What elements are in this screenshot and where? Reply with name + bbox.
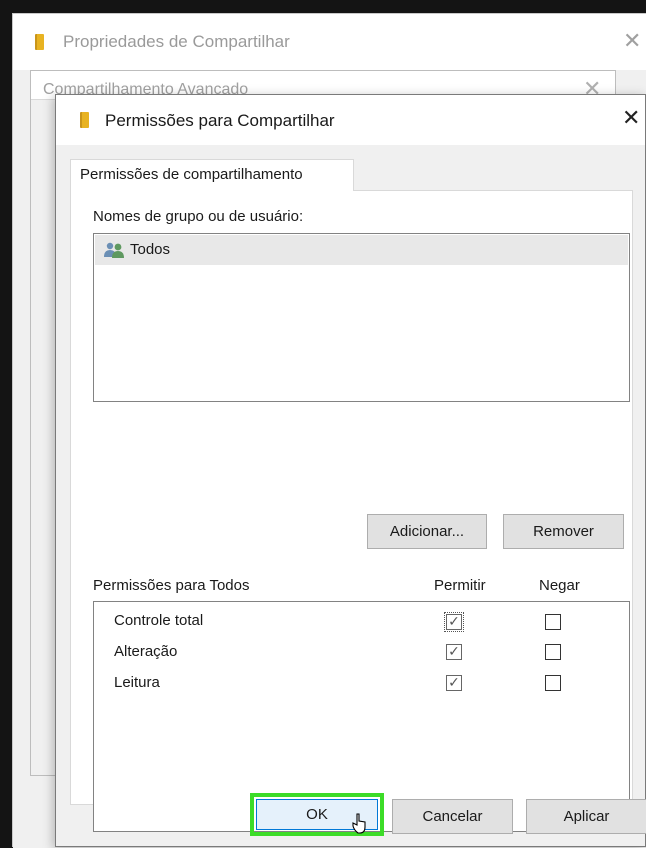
dialog-title: Permissões para Compartilhar xyxy=(105,111,335,130)
properties-title-bar[interactable]: Propriedades de Compartilhar ✕ xyxy=(13,14,646,70)
properties-window-title: Propriedades de Compartilhar xyxy=(63,32,290,51)
allow-header: Permitir xyxy=(434,577,486,594)
ok-button-label: OK xyxy=(306,806,328,823)
properties-close-icon[interactable]: ✕ xyxy=(623,31,641,53)
tab-share-permissions-label: Permissões de compartilhamento xyxy=(80,166,303,183)
permission-name-full-control: Controle total xyxy=(114,612,204,629)
group-names-label: Nomes de grupo ou de usuário: xyxy=(93,208,304,225)
remove-button-label: Remover xyxy=(533,523,594,540)
tab-panel: Nomes de grupo ou de usuário: Todos Adic… xyxy=(70,190,633,832)
permissions-for-label: Permissões para Todos xyxy=(93,577,250,594)
permission-name-read: Leitura xyxy=(114,674,160,691)
mouse-cursor-icon xyxy=(352,813,368,835)
deny-change-checkbox[interactable] xyxy=(545,644,561,660)
allow-change-checkbox[interactable]: ✓ xyxy=(446,644,462,660)
tab-share-permissions[interactable]: Permissões de compartilhamento xyxy=(70,159,354,191)
apply-button[interactable]: Aplicar xyxy=(526,799,646,834)
remove-button[interactable]: Remover xyxy=(503,514,624,549)
deny-full-control-checkbox[interactable] xyxy=(545,614,561,630)
list-item[interactable]: Todos xyxy=(95,235,628,265)
add-button-label: Adicionar... xyxy=(389,523,465,540)
deny-read-checkbox[interactable] xyxy=(545,675,561,691)
folder-icon xyxy=(80,112,89,128)
cancel-button[interactable]: Cancelar xyxy=(392,799,513,834)
user-name: Todos xyxy=(130,241,171,258)
dialog-title-bar[interactable]: Permissões para Compartilhar ✕ xyxy=(56,95,645,145)
users-group-icon xyxy=(103,242,127,258)
permission-name-change: Alteração xyxy=(114,643,178,660)
deny-header: Negar xyxy=(539,577,580,594)
dialog-close-icon[interactable]: ✕ xyxy=(622,108,640,130)
folder-icon xyxy=(35,34,44,50)
add-button[interactable]: Adicionar... xyxy=(367,514,487,549)
user-list[interactable]: Todos xyxy=(93,233,630,402)
permissions-dialog: Permissões para Compartilhar ✕ Permissõe… xyxy=(55,94,646,847)
cancel-button-label: Cancelar xyxy=(422,808,483,825)
allow-full-control-checkbox[interactable]: ✓ xyxy=(444,612,464,632)
apply-button-label: Aplicar xyxy=(563,808,610,825)
allow-read-checkbox[interactable]: ✓ xyxy=(446,675,462,691)
